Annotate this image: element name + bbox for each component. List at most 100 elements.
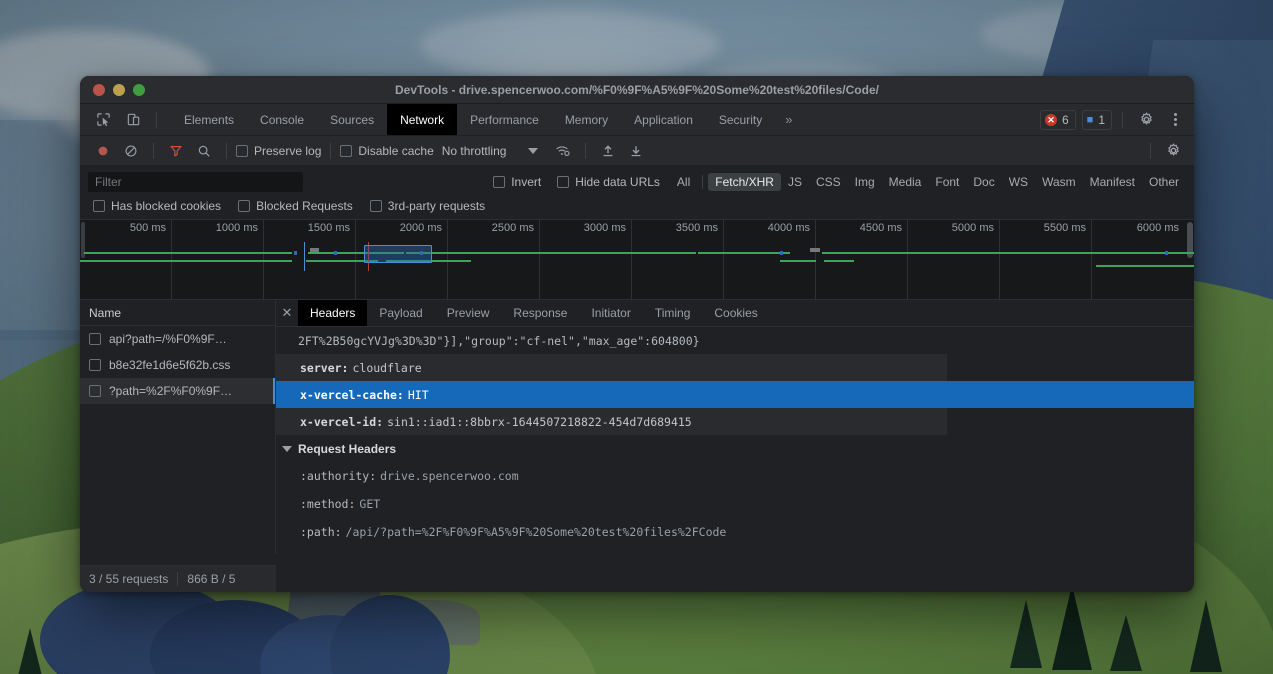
request-list-column-header[interactable]: Name bbox=[80, 300, 275, 326]
error-count-badge[interactable]: ✕ 6 bbox=[1040, 110, 1076, 130]
search-icon[interactable] bbox=[191, 139, 217, 163]
section-title: Request Headers bbox=[298, 442, 396, 456]
timeline-tick-label: 2500 ms bbox=[492, 222, 534, 234]
tab-performance[interactable]: Performance bbox=[457, 104, 552, 135]
timeline-tick-label: 1000 ms bbox=[216, 222, 258, 234]
tab-label: Sources bbox=[330, 113, 374, 127]
invert-label: Invert bbox=[511, 175, 541, 189]
request-headers-section-header[interactable]: Request Headers bbox=[276, 435, 1194, 462]
tab-console[interactable]: Console bbox=[247, 104, 317, 135]
tab-headers[interactable]: Headers bbox=[298, 300, 367, 326]
window-titlebar[interactable]: DevTools - drive.spencerwoo.com/%F0%9F%A… bbox=[80, 76, 1194, 104]
error-x-icon: ✕ bbox=[1045, 114, 1057, 126]
type-filter-font[interactable]: Font bbox=[928, 173, 966, 191]
type-filter-css[interactable]: CSS bbox=[809, 173, 848, 191]
throttling-dropdown[interactable]: No throttling bbox=[442, 144, 539, 158]
tab-cookies[interactable]: Cookies bbox=[702, 300, 769, 326]
record-button-icon[interactable] bbox=[90, 139, 116, 163]
type-filter-manifest[interactable]: Manifest bbox=[1083, 173, 1142, 191]
filter-funnel-icon[interactable] bbox=[163, 139, 189, 163]
disable-cache-checkbox[interactable]: Disable cache bbox=[340, 144, 433, 158]
tab-preview[interactable]: Preview bbox=[435, 300, 502, 326]
header-row-x-vercel-id[interactable]: x-vercel-id: sin1::iad1::8bbrx-164450721… bbox=[276, 408, 947, 435]
request-list-panel: Name api?path=/%F0%9F… b8e32fe1d6e5f62b.… bbox=[80, 300, 276, 554]
type-filter-ws[interactable]: WS bbox=[1002, 173, 1035, 191]
tabstrip-divider bbox=[1122, 112, 1123, 128]
header-row-path[interactable]: :path: /api/?path=%2F%F0%9F%A5%9F%20Some… bbox=[276, 518, 1194, 546]
network-overview-timeline[interactable]: 500 ms 1000 ms 1500 ms 2000 ms 2500 ms 3… bbox=[80, 220, 1194, 300]
blocked-requests-checkbox[interactable]: Blocked Requests bbox=[238, 199, 353, 213]
tab-payload[interactable]: Payload bbox=[367, 300, 434, 326]
close-icon[interactable]: ✕ bbox=[276, 300, 298, 326]
tab-label: Cookies bbox=[714, 306, 757, 320]
filter-input[interactable]: Filter bbox=[88, 172, 303, 192]
tab-label: Preview bbox=[447, 306, 490, 320]
tab-response[interactable]: Response bbox=[501, 300, 579, 326]
row-checkbox[interactable] bbox=[89, 333, 101, 345]
export-har-icon[interactable] bbox=[623, 139, 649, 163]
clear-icon[interactable] bbox=[118, 139, 144, 163]
inspect-element-icon[interactable] bbox=[90, 108, 116, 132]
type-filter-img[interactable]: Img bbox=[848, 173, 882, 191]
type-filter-wasm[interactable]: Wasm bbox=[1035, 173, 1083, 191]
status-divider bbox=[177, 572, 178, 586]
tab-memory[interactable]: Memory bbox=[552, 104, 621, 135]
overview-request-bar bbox=[84, 252, 292, 254]
type-filter-js[interactable]: JS bbox=[781, 173, 809, 191]
gear-icon[interactable] bbox=[1133, 108, 1159, 132]
tab-security[interactable]: Security bbox=[706, 104, 775, 135]
message-count-label: 1 bbox=[1098, 113, 1105, 127]
row-checkbox[interactable] bbox=[89, 385, 101, 397]
minimize-window-button[interactable] bbox=[113, 84, 125, 96]
kebab-menu-icon[interactable] bbox=[1165, 113, 1186, 126]
type-filter-media[interactable]: Media bbox=[882, 173, 929, 191]
checkbox-box bbox=[493, 176, 505, 188]
tab-label: Payload bbox=[379, 306, 422, 320]
message-count-badge[interactable]: ■ 1 bbox=[1082, 110, 1112, 130]
table-row[interactable]: b8e32fe1d6e5f62b.css bbox=[80, 352, 275, 378]
close-window-button[interactable] bbox=[93, 84, 105, 96]
network-status-bar: 3 / 55 requests 866 B / 5 bbox=[80, 565, 276, 592]
headers-content: 2FT%2B50gcYVJg%3D%3D"}],"group":"cf-nel"… bbox=[276, 327, 1194, 554]
type-filter-other[interactable]: Other bbox=[1142, 173, 1186, 191]
throttling-value: No throttling bbox=[442, 144, 507, 158]
header-row-x-vercel-cache[interactable]: x-vercel-cache: HIT bbox=[276, 381, 1194, 408]
timeline-tick-label: 5500 ms bbox=[1044, 222, 1086, 234]
maximize-window-button[interactable] bbox=[133, 84, 145, 96]
transfer-size-label: 866 B / 5 bbox=[187, 572, 235, 586]
type-filter-all[interactable]: All bbox=[670, 173, 697, 191]
device-toolbar-icon[interactable] bbox=[120, 108, 146, 132]
table-row[interactable]: ?path=%2F%F0%9F… bbox=[80, 378, 275, 404]
tab-network[interactable]: Network bbox=[387, 104, 457, 135]
network-conditions-icon[interactable] bbox=[550, 139, 576, 163]
hide-data-urls-label: Hide data URLs bbox=[575, 175, 660, 189]
overview-selection-box[interactable] bbox=[364, 245, 432, 263]
invert-checkbox[interactable]: Invert bbox=[493, 175, 541, 189]
network-settings-gear-icon[interactable] bbox=[1160, 139, 1186, 163]
tab-elements[interactable]: Elements bbox=[171, 104, 247, 135]
has-blocked-cookies-checkbox[interactable]: Has blocked cookies bbox=[93, 199, 221, 213]
tab-timing[interactable]: Timing bbox=[643, 300, 703, 326]
filter-divider bbox=[702, 175, 703, 189]
network-toolbar: Preserve log Disable cache No throttling bbox=[80, 136, 1194, 166]
header-row-server[interactable]: server: cloudflare bbox=[276, 354, 947, 381]
type-filter-fetch-xhr[interactable]: Fetch/XHR bbox=[708, 173, 781, 191]
preserve-log-checkbox[interactable]: Preserve log bbox=[236, 144, 321, 158]
timeline-tick-label: 1500 ms bbox=[308, 222, 350, 234]
row-checkbox[interactable] bbox=[89, 359, 101, 371]
tab-application[interactable]: Application bbox=[621, 104, 706, 135]
third-party-requests-checkbox[interactable]: 3rd-party requests bbox=[370, 199, 485, 213]
tab-overflow-button[interactable]: » bbox=[775, 104, 802, 135]
overview-request-bar bbox=[1096, 265, 1194, 267]
import-har-icon[interactable] bbox=[595, 139, 621, 163]
tab-sources[interactable]: Sources bbox=[317, 104, 387, 135]
header-row-method[interactable]: :method: GET bbox=[276, 490, 1194, 518]
request-count-label: 3 / 55 requests bbox=[89, 572, 168, 586]
devtools-tabs: Elements Console Sources Network Perform… bbox=[171, 104, 1040, 135]
header-row-authority[interactable]: :authority: drive.spencerwoo.com bbox=[276, 462, 1194, 490]
tab-initiator[interactable]: Initiator bbox=[579, 300, 642, 326]
table-row[interactable]: api?path=/%F0%9F… bbox=[80, 326, 275, 352]
type-filter-doc[interactable]: Doc bbox=[966, 173, 1001, 191]
hide-data-urls-checkbox[interactable]: Hide data URLs bbox=[557, 175, 660, 189]
overview-request-marker bbox=[780, 251, 783, 255]
